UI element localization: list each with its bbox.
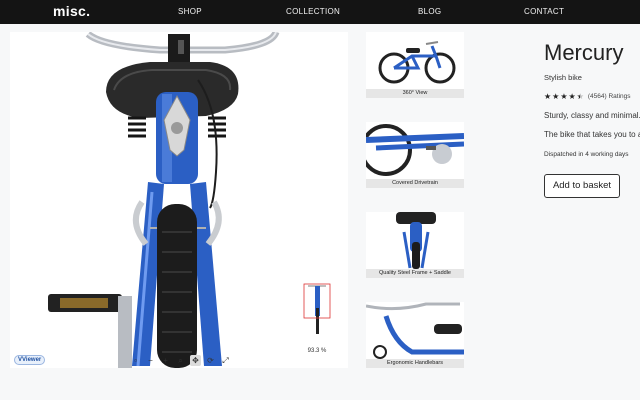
mini-map-preview	[288, 276, 346, 336]
zoom-in-icon[interactable]: +	[160, 355, 171, 366]
product-description-1: Sturdy, classy and minimal.	[544, 111, 640, 120]
fullscreen-icon[interactable]: ⤢	[220, 355, 231, 366]
dispatch-info: Dispatched in 4 working days	[544, 151, 629, 158]
rotate-icon[interactable]: ⟳	[205, 355, 216, 366]
thumb-caption: Ergonomic Handlebars	[366, 359, 464, 368]
product-rating[interactable]: ★ ★ ★ ★ ★★ (4564) Ratings	[544, 92, 631, 101]
nav-shop[interactable]: SHOP	[178, 7, 202, 16]
thumbnail-ergonomic-handlebars[interactable]: Ergonomic Handlebars	[366, 302, 464, 368]
nav-contact[interactable]: CONTACT	[524, 7, 564, 16]
reset-icon[interactable]: ▫	[130, 355, 141, 366]
add-to-basket-button[interactable]: Add to basket	[544, 174, 620, 198]
viewer-toolbar: ▫ − + ⌕ ✥ ⟳ ⤢	[130, 354, 231, 366]
star-full-icon: ★	[568, 92, 576, 101]
thumb-caption: 360° View	[366, 89, 464, 98]
star-full-icon: ★	[544, 92, 552, 101]
thumb-frame-image	[396, 212, 436, 269]
viewer-mini-map[interactable]: 93.3 %	[288, 276, 346, 356]
product-info-panel: Mercury Stylish bike ★ ★ ★ ★ ★★ (4564) R…	[544, 40, 640, 220]
nav-blog[interactable]: BLOG	[418, 7, 441, 16]
site-logo[interactable]: misc.	[53, 3, 90, 19]
top-nav-bar: misc. SHOP COLLECTION BLOG CONTACT	[0, 0, 640, 24]
pan-icon[interactable]: ✥	[190, 354, 201, 366]
product-title: Mercury	[544, 40, 624, 65]
thumb-drivetrain-image	[366, 124, 464, 176]
thumb-caption: Quality Steel Frame + Saddle	[366, 269, 464, 278]
magnifier-icon[interactable]: ⌕	[175, 355, 186, 366]
viewer-brand-badge: VViewer	[14, 355, 46, 365]
zoom-out-icon[interactable]: −	[145, 355, 156, 366]
thumb-handlebars-image	[366, 302, 464, 359]
thumbnail-steel-frame-saddle[interactable]: Quality Steel Frame + Saddle	[366, 212, 464, 278]
product-subtitle: Stylish bike	[544, 73, 582, 82]
thumb-caption: Covered Drivetrain	[366, 179, 464, 188]
thumbnail-covered-drivetrain[interactable]: Covered Drivetrain	[366, 122, 464, 188]
product-description-2: The bike that takes you to all	[544, 130, 640, 139]
star-half-icon: ★★	[576, 92, 584, 101]
thumbnail-360-view[interactable]: 360° View	[366, 32, 464, 98]
nav-collection[interactable]: COLLECTION	[286, 7, 340, 16]
zoom-level-label: 93.3 %	[307, 348, 327, 354]
star-full-icon: ★	[560, 92, 568, 101]
thumb-360-image	[378, 41, 456, 84]
rating-count: (4564) Ratings	[587, 93, 631, 100]
star-full-icon: ★	[552, 92, 560, 101]
